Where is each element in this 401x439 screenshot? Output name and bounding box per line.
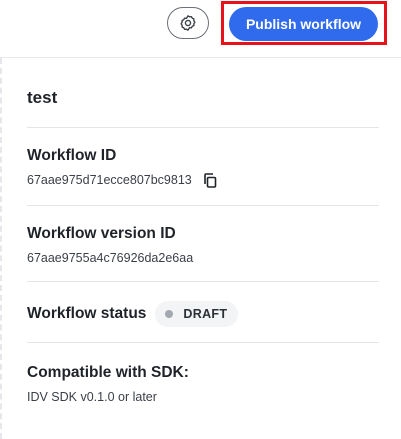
top-toolbar: Publish workflow <box>0 0 401 52</box>
divider <box>27 205 379 206</box>
gear-icon <box>179 14 197 32</box>
workflow-status-label: Workflow status <box>27 305 147 322</box>
sdk-compatibility-section: Compatible with SDK: IDV SDK v0.1.0 or l… <box>27 363 379 405</box>
settings-button[interactable] <box>167 7 209 39</box>
copy-icon[interactable] <box>203 172 217 188</box>
divider <box>27 281 379 282</box>
workflow-name: test <box>27 88 58 107</box>
status-badge: DRAFT <box>155 301 239 327</box>
publish-workflow-button[interactable]: Publish workflow <box>229 7 378 41</box>
workflow-id-section: Workflow ID 67aae975d71ecce807bc9813 <box>27 146 379 188</box>
workflow-name-section: test <box>27 88 379 108</box>
status-value: DRAFT <box>183 307 228 321</box>
workflow-id-row: 67aae975d71ecce807bc9813 <box>27 172 379 188</box>
workflow-id-label: Workflow ID <box>27 147 117 164</box>
divider <box>27 342 379 343</box>
sdk-compatibility-label: Compatible with SDK: <box>27 364 189 381</box>
workflow-version-value: 67aae9755a4c76926da2e6aa <box>27 251 194 265</box>
workflow-id-value: 67aae975d71ecce807bc9813 <box>27 173 192 187</box>
workflow-version-section: Workflow version ID 67aae9755a4c76926da2… <box>27 224 379 266</box>
sdk-compatibility-value: IDV SDK v0.1.0 or later <box>27 390 157 404</box>
workflow-status-section: Workflow status DRAFT <box>27 301 379 327</box>
workflow-details-panel: test Workflow ID 67aae975d71ecce807bc981… <box>0 57 401 439</box>
panel-edge <box>0 58 2 439</box>
workflow-version-label: Workflow version ID <box>27 225 176 242</box>
divider <box>27 127 379 128</box>
status-dot <box>165 310 174 318</box>
